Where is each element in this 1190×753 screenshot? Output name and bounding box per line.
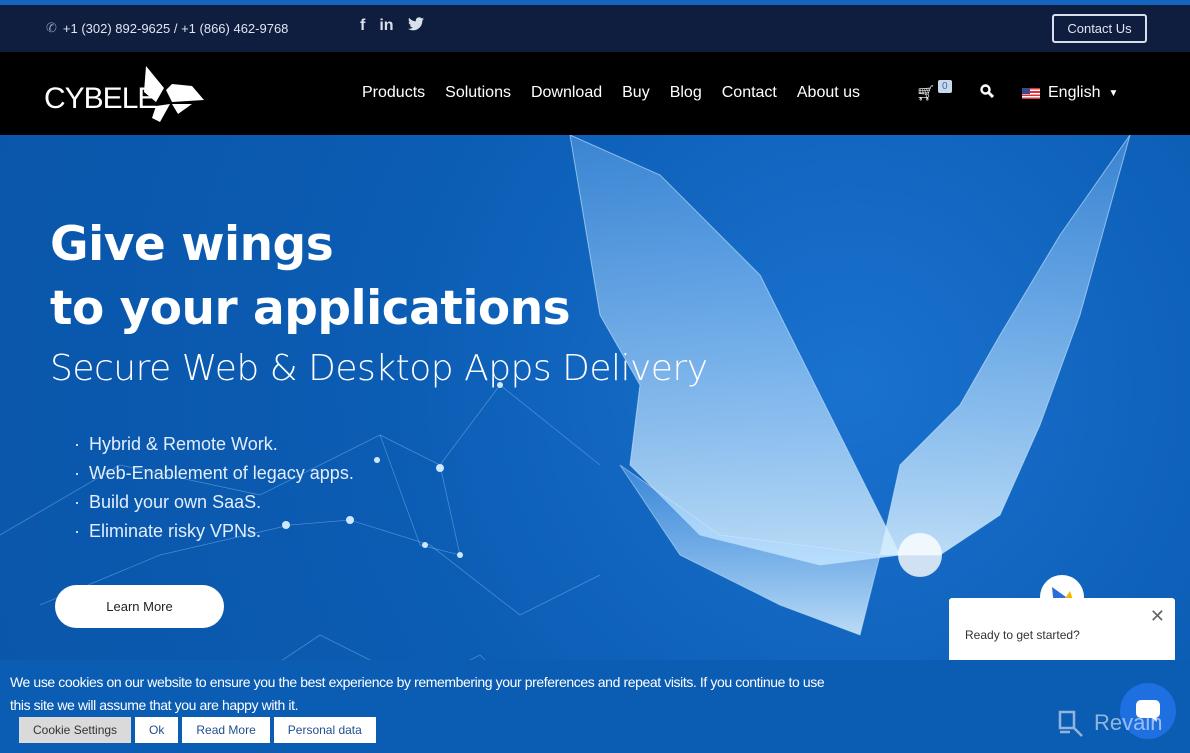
list-item: Web-Enablement of legacy apps. xyxy=(74,459,354,488)
cookie-settings-button[interactable]: Cookie Settings xyxy=(19,717,132,743)
language-label: English xyxy=(1048,84,1101,101)
revain-logo-icon xyxy=(1058,710,1083,737)
nav-blog[interactable]: Blog xyxy=(670,84,702,102)
feature-list: Hybrid & Remote Work. Web-Enablement of … xyxy=(74,430,354,546)
linkedin-icon[interactable]: in xyxy=(379,17,393,36)
chat-message: Ready to get started? xyxy=(965,628,1080,642)
nav-buy[interactable]: Buy xyxy=(622,84,650,102)
us-flag-icon xyxy=(1022,87,1040,99)
read-more-button[interactable]: Read More xyxy=(182,717,270,743)
nav-download[interactable]: Download xyxy=(531,84,602,102)
search-icon[interactable] xyxy=(980,84,995,102)
nav-about-us[interactable]: About us xyxy=(797,84,860,102)
hero-title: Give wings to your applications xyxy=(50,213,571,341)
cookie-message: We use cookies on our website to ensure … xyxy=(10,674,825,713)
phone-number: +1 (302) 892-9625 / +1 (866) 462-9768 xyxy=(62,20,289,36)
list-item: Eliminate risky VPNs. xyxy=(74,517,354,546)
caret-down-icon: ▼ xyxy=(1108,87,1119,99)
contact-us-button[interactable]: Contact Us xyxy=(1052,14,1147,43)
hero-title-line-1: Give wings xyxy=(50,217,334,272)
hero-title-line-2: to your applications xyxy=(50,281,571,336)
personal-data-button[interactable]: Personal data xyxy=(273,717,376,743)
revain-text: Revain xyxy=(1094,710,1163,735)
main-nav: CYBELE Products Solutions Download Buy B… xyxy=(0,52,1190,135)
social-links: f in xyxy=(360,17,424,36)
cart-icon[interactable]: 🛒︎ xyxy=(916,84,935,102)
cookie-banner: We use cookies on our website to ensure … xyxy=(0,660,1190,753)
nav-products[interactable]: Products xyxy=(362,84,425,102)
top-bar: ✆ +1 (302) 892-9625 / +1 (866) 462-9768 f… xyxy=(0,5,1190,52)
phone-info: ✆ +1 (302) 892-9625 / +1 (866) 462-9768 xyxy=(46,20,288,36)
cookie-buttons: Cookie Settings Ok Read More Personal da… xyxy=(19,717,376,743)
hero-subtitle: Secure Web & Desktop Apps Delivery xyxy=(50,348,708,389)
list-item: Build your own SaaS. xyxy=(74,488,354,517)
list-item: Hybrid & Remote Work. xyxy=(74,430,354,459)
logo[interactable]: CYBELE xyxy=(44,82,157,116)
ok-button[interactable]: Ok xyxy=(135,717,179,743)
cart-count-badge: 0 xyxy=(938,80,952,93)
nav-solutions[interactable]: Solutions xyxy=(445,84,511,102)
twitter-icon[interactable] xyxy=(407,17,424,36)
chat-popup[interactable]: Ready to get started? ✕ xyxy=(949,598,1175,662)
phone-icon: ✆ xyxy=(46,20,57,35)
nav-menu: Products Solutions Download Buy Blog Con… xyxy=(362,84,860,102)
close-icon[interactable]: ✕ xyxy=(1150,606,1165,627)
revain-watermark: Revain xyxy=(1056,708,1162,738)
language-selector[interactable]: English ▼ xyxy=(1022,84,1118,102)
butterfly-logo-icon xyxy=(144,66,204,122)
learn-more-button[interactable]: Learn More xyxy=(55,585,224,628)
nav-contact[interactable]: Contact xyxy=(722,84,777,102)
logo-text: CYBELE xyxy=(44,82,157,115)
facebook-icon[interactable]: f xyxy=(360,17,365,36)
